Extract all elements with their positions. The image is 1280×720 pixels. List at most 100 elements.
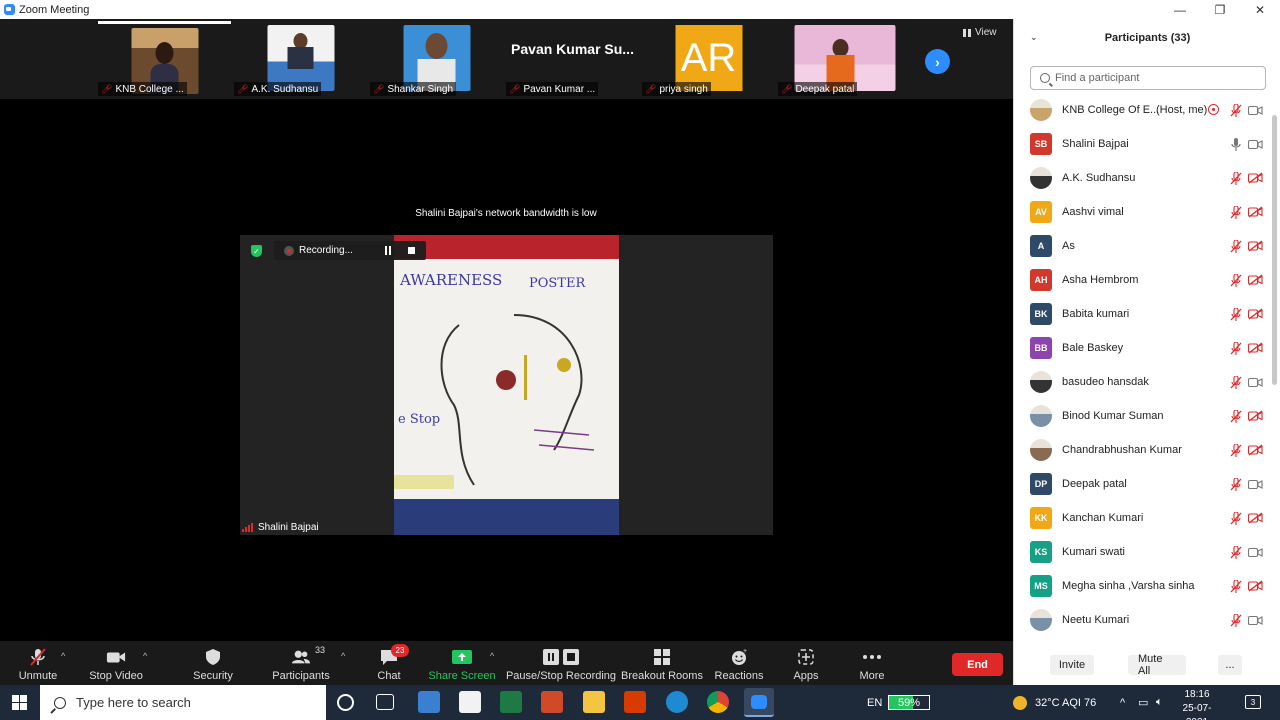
thumbnail-pavan-kumar[interactable]: Pavan Kumar Su... 🎤︎ Pavan Kumar ... (506, 21, 639, 97)
mic-muted-icon[interactable] (1229, 477, 1243, 491)
volume-icon[interactable]: 🔈︎ (1156, 685, 1163, 720)
mic-muted-icon[interactable] (1229, 545, 1243, 559)
camera-off-icon[interactable] (1247, 172, 1263, 184)
powerpoint-icon[interactable] (541, 691, 563, 713)
camera-off-icon[interactable] (1247, 308, 1263, 320)
notification-center-icon[interactable]: 3 (1245, 695, 1261, 709)
participant-row[interactable]: BK Babita kumari (1014, 297, 1272, 331)
invite-button[interactable]: Invite (1050, 655, 1094, 675)
participant-row[interactable]: SB Shalini Bajpai (1014, 127, 1272, 161)
participants-options-caret[interactable]: ^ (341, 651, 345, 661)
mic-muted-icon[interactable] (1229, 443, 1243, 457)
edge-icon[interactable] (666, 691, 688, 713)
audio-options-caret[interactable]: ^ (61, 651, 65, 661)
participants-scrollbar[interactable] (1272, 115, 1277, 385)
camera-on-icon[interactable] (1247, 478, 1263, 490)
mic-muted-icon[interactable] (1229, 375, 1243, 389)
language-indicator[interactable]: EN (867, 685, 882, 720)
camera-off-icon[interactable] (1247, 444, 1263, 456)
participant-row[interactable]: AV Aashvi vimal (1014, 195, 1272, 229)
windows-start-icon[interactable] (12, 695, 27, 710)
thumbnail-deepak-patal[interactable]: 🎤︎ Deepak patal (778, 21, 911, 97)
file-explorer-icon[interactable] (583, 691, 605, 713)
participant-row[interactable]: DP Deepak patal (1014, 467, 1272, 501)
apps-button[interactable]: Apps (790, 641, 822, 685)
microsoft-store-icon[interactable] (459, 691, 481, 713)
more-button[interactable]: More (857, 641, 887, 685)
mic-muted-icon[interactable] (1229, 409, 1243, 423)
excel-icon[interactable] (500, 691, 522, 713)
thumbnail-priya-singh[interactable]: AR 🎤︎ priya singh (642, 21, 775, 97)
stop-video-button[interactable]: Stop Video (89, 641, 143, 685)
mic-muted-icon[interactable] (1229, 613, 1243, 627)
maximize-button[interactable]: ❐ (1200, 0, 1240, 19)
camera-on-icon[interactable] (1247, 546, 1263, 558)
participant-row[interactable]: BB Bale Baskey (1014, 331, 1272, 365)
camera-off-icon[interactable] (1247, 580, 1263, 592)
end-meeting-button[interactable]: End (952, 653, 1003, 676)
app-photos-icon[interactable] (418, 691, 440, 713)
next-page-button[interactable]: › (925, 49, 950, 74)
camera-off-icon[interactable] (1247, 206, 1263, 218)
collapse-chevron-icon[interactable]: ⌄ (1030, 32, 1038, 43)
share-options-caret[interactable]: ^ (490, 651, 494, 661)
pause-recording-icon[interactable] (385, 246, 391, 255)
camera-on-icon[interactable] (1247, 138, 1263, 150)
participant-row[interactable]: KNB College Of E... (Host, me) (1014, 93, 1272, 127)
participant-row[interactable]: Neetu Kumari (1014, 603, 1272, 633)
mic-muted-icon[interactable] (1229, 307, 1243, 321)
minimize-button[interactable]: — (1160, 0, 1200, 19)
participant-row[interactable]: AH Asha Hembrom (1014, 263, 1272, 297)
mic-muted-icon[interactable] (1229, 239, 1243, 253)
view-button[interactable]: View (963, 27, 997, 38)
tray-chevron-icon[interactable]: ^ (1120, 685, 1125, 720)
mic-muted-icon[interactable] (1229, 579, 1243, 593)
participant-row[interactable]: A.K. Sudhansu (1014, 161, 1272, 195)
chrome-icon[interactable] (707, 691, 729, 713)
camera-on-icon[interactable] (1247, 376, 1263, 388)
camera-off-icon[interactable] (1247, 410, 1263, 422)
participant-row[interactable]: MS Megha sinha ,Varsha sinha (1014, 569, 1272, 603)
taskbar-search-input[interactable]: Type here to search (40, 685, 326, 720)
zoom-taskbar-icon[interactable] (744, 688, 774, 717)
mic-muted-icon[interactable] (1229, 205, 1243, 219)
cortana-icon[interactable] (337, 694, 354, 711)
reactions-button[interactable]: + Reactions (715, 641, 764, 685)
mic-muted-icon[interactable] (1229, 511, 1243, 525)
mute-all-button[interactable]: Mute All (1128, 653, 1186, 677)
camera-off-icon[interactable] (1247, 512, 1263, 524)
panel-more-button[interactable]: ... (1218, 655, 1242, 675)
battery-indicator[interactable]: 59% (888, 695, 930, 710)
participant-row[interactable]: KK Kanchan Kumari (1014, 501, 1272, 535)
camera-on-icon[interactable] (1247, 104, 1263, 116)
unmute-button[interactable]: Unmute (18, 641, 58, 685)
participant-row[interactable]: Binod Kumar Suman (1014, 399, 1272, 433)
stop-recording-icon[interactable] (408, 247, 415, 254)
task-view-icon[interactable] (376, 694, 394, 710)
camera-off-icon[interactable] (1247, 240, 1263, 252)
share-screen-button[interactable]: Share Screen (428, 641, 496, 685)
participant-row[interactable]: basudeo hansdak (1014, 365, 1272, 399)
video-options-caret[interactable]: ^ (143, 651, 147, 661)
breakout-rooms-button[interactable]: Breakout Rooms (621, 641, 703, 685)
mic-on-icon[interactable] (1229, 137, 1243, 151)
camera-off-icon[interactable] (1247, 342, 1263, 354)
participant-row[interactable]: KS Kumari swati (1014, 535, 1272, 569)
thumbnail-knb-college[interactable]: 🎤︎ KNB College ... (98, 21, 231, 97)
network-icon[interactable]: ▭ (1138, 685, 1148, 720)
thumbnail-ak-sudhansu[interactable]: 🎤︎ A.K. Sudhansu (234, 21, 367, 97)
mic-muted-icon[interactable] (1229, 341, 1243, 355)
thumbnail-shankar-singh[interactable]: 🎤︎ Shankar Singh (370, 21, 503, 97)
mic-muted-icon[interactable] (1229, 171, 1243, 185)
participant-row[interactable]: A As (1014, 229, 1272, 263)
office-icon[interactable] (624, 691, 646, 713)
weather-widget[interactable]: 32°C AQI 76 (1013, 685, 1096, 720)
chat-button[interactable]: 23 Chat (374, 641, 409, 685)
taskbar-clock[interactable]: 18:16 25-07-2021 (1172, 688, 1222, 720)
participant-row[interactable]: Chandrabhushan Kumar (1014, 433, 1272, 467)
participant-search-input[interactable]: Find a participant (1030, 66, 1266, 90)
camera-on-icon[interactable] (1247, 614, 1263, 626)
mic-muted-icon[interactable] (1229, 273, 1243, 287)
mic-muted-icon[interactable] (1229, 103, 1243, 117)
camera-off-icon[interactable] (1247, 274, 1263, 286)
